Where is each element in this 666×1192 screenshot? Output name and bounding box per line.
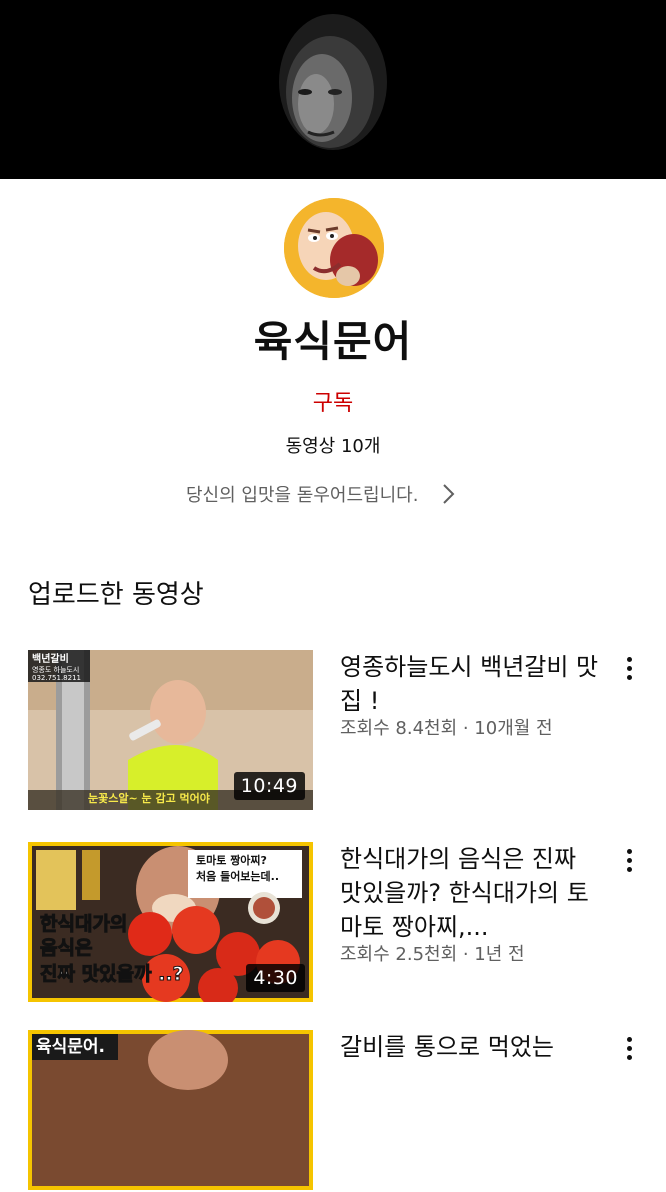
more-options-icon[interactable] bbox=[620, 654, 638, 682]
channel-description: 당신의 입맛을 돋우어드립니다. bbox=[186, 485, 419, 506]
thumb-text: 눈꽃스알~ 눈 감고 먹어야 bbox=[88, 791, 210, 805]
video-title[interactable]: 한식대가의 음식은 진짜 맛있을까? 한식대가의 토마토 짱아찌,... bbox=[340, 842, 600, 944]
video-item[interactable]: 육식문어. 갈비를 통으로 먹었는 bbox=[28, 1030, 638, 1192]
video-thumbnail[interactable]: 토마토 짱아찌? 처음 들어보는데.. 한식대가의 음식은 진짜 맛있을까 ..… bbox=[28, 842, 313, 1002]
video-thumbnail[interactable]: 육식문어. bbox=[28, 1030, 313, 1190]
thumb-text: 032.751.8211 bbox=[32, 674, 81, 682]
channel-avatar[interactable] bbox=[284, 198, 384, 298]
video-title[interactable]: 갈비를 통으로 먹었는 bbox=[340, 1030, 600, 1064]
thumb-text: 육식문어. bbox=[36, 1037, 105, 1057]
thumb-text: 진짜 맛있을까 ..? bbox=[40, 963, 184, 985]
video-thumbnail[interactable]: 백년갈비 영종도 하늘도시 032.751.8211 눈꽃스알~ 눈 감고 먹어… bbox=[28, 650, 313, 810]
video-duration: 4:30 bbox=[246, 964, 305, 992]
channel-name: 육식문어 bbox=[253, 317, 413, 366]
thumb-text: 토마토 짱아찌? bbox=[196, 853, 267, 867]
video-count: 동영상 10개 bbox=[285, 436, 381, 457]
video-meta: 조회수 8.4천회 · 10개월 전 bbox=[340, 718, 553, 739]
thumb-text: 처음 들어보는데.. bbox=[196, 869, 279, 883]
channel-description-link[interactable]: 당신의 입맛을 돋우어드립니다. bbox=[186, 480, 456, 508]
thumb-text: 영종도 하늘도시 bbox=[32, 665, 79, 674]
thumb-text: 한식대가의 bbox=[40, 913, 127, 935]
thumb-text: 음식은 bbox=[40, 937, 92, 959]
thumb-text: 백년갈비 bbox=[32, 652, 69, 665]
video-duration: 10:49 bbox=[233, 772, 305, 800]
chevron-right-icon bbox=[443, 484, 455, 504]
more-options-icon[interactable] bbox=[620, 846, 638, 874]
subscribe-button[interactable]: 구독 bbox=[0, 385, 666, 417]
video-meta: 조회수 2.5천회 · 1년 전 bbox=[340, 944, 525, 965]
section-title: 업로드한 동영상 bbox=[28, 580, 204, 610]
channel-banner bbox=[0, 0, 666, 179]
video-title[interactable]: 영종하늘도시 백년갈비 맛집 ! bbox=[340, 650, 600, 718]
video-item[interactable]: 백년갈비 영종도 하늘도시 032.751.8211 눈꽃스알~ 눈 감고 먹어… bbox=[28, 650, 638, 812]
video-item[interactable]: 토마토 짱아찌? 처음 들어보는데.. 한식대가의 음식은 진짜 맛있을까 ..… bbox=[28, 842, 638, 1004]
